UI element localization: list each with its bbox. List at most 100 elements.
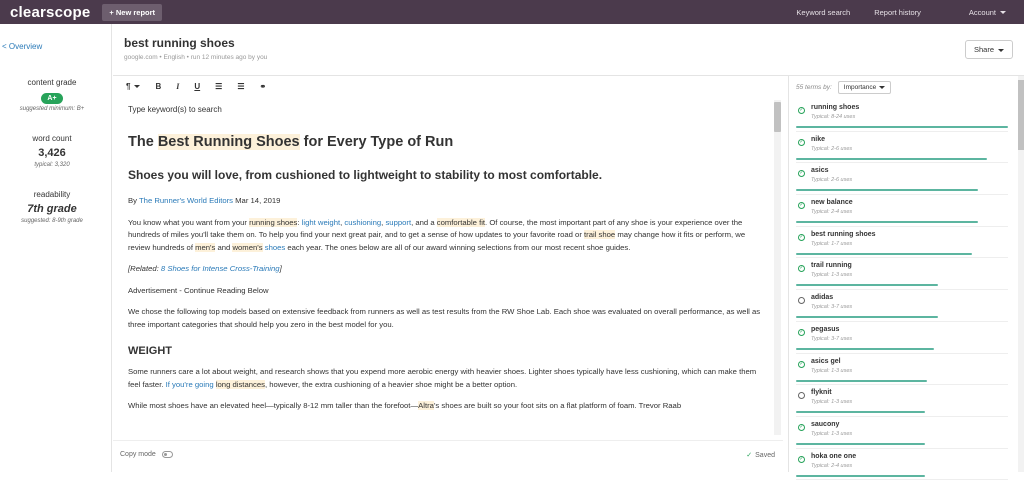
readability-value: 7th grade [27,203,77,215]
term-progress-bar [796,379,927,382]
term-item[interactable]: ✓ pegasus Typical: 3-7 uses [796,322,1008,354]
term-item[interactable]: ✓ asics gel Typical: 1-3 uses [796,354,1008,386]
inline-link[interactable]: cushioning [344,218,381,227]
term-typical-uses: Typical: 2-6 uses [811,177,853,184]
term-typical-uses: Typical: 3-7 uses [811,335,853,342]
link-icon[interactable]: ⚭ [259,82,266,91]
app-logo[interactable]: clearscope [10,4,90,21]
chevron-down-icon [134,84,141,88]
byline: By The Runner's World Editors Mar 14, 20… [128,195,765,208]
term-item[interactable]: ✓ hoka one one Typical: 2-4 uses [796,449,1008,480]
paragraph: We chose the following top models based … [128,307,761,329]
terms-panel: 55 terms by: Importance ✓ running shoes Ty… [788,76,1024,480]
text: , however, the extra cushioning of a hea… [264,379,518,389]
overview-link[interactable]: < Overview [2,42,42,51]
term-name: hoka one one [811,452,857,460]
editor-scroll-thumb[interactable] [774,102,781,132]
keyword-search-placeholder[interactable]: Type keyword(s) to search [128,105,765,114]
check-circle-icon: ✓ [798,360,805,368]
related-link[interactable]: 8 Shoes for Intense Cross-Training [161,264,280,273]
term-item[interactable]: flyknit Typical: 1-3 uses [796,385,1008,417]
inline-link[interactable]: If you're going [166,380,214,389]
word-count-value: 3,426 [38,147,66,159]
term-item[interactable]: ✓ best running shoes Typical: 1-7 uses [796,227,1008,259]
related-line: [Related: 8 Shoes for Intense Cross-Trai… [128,263,765,276]
inline-link[interactable]: light weight [302,218,340,227]
paragraph: You know what you want from your running… [128,217,765,255]
term-typical-uses: Typical: 1-7 uses [811,240,853,247]
check-circle-icon: ✓ [798,233,805,241]
term-item[interactable]: adidas Typical: 3-7 uses [796,290,1008,322]
article-subheading: Shoes you will love, from cushioned to l… [128,168,603,182]
check-circle-icon: ✓ [798,423,805,431]
editor-content[interactable]: Type keyword(s) to search The Best Runni… [113,96,783,436]
page-scroll-thumb[interactable] [1018,80,1024,150]
document-header: best running shoes google.com • English … [113,24,1024,76]
word-count-metric: word count 3,426 typical: 3,320 [0,134,104,168]
bold-button[interactable]: B [155,82,161,91]
term-item[interactable]: ✓ nike Typical: 2-6 uses [796,132,1008,164]
text: While most shoes have an elevated heel—t… [128,401,419,410]
term-item[interactable]: ✓ running shoes Typical: 8-24 uses [796,100,1008,132]
term-typical-uses: Typical: 3-7 uses [811,304,853,311]
term-progress-bar [796,442,925,445]
nav-keyword-search[interactable]: Keyword search [796,8,850,17]
term-typical-uses: Typical: 1-3 uses [811,367,853,374]
author-link[interactable]: The Runner's World Editors [139,196,233,205]
check-circle-icon: ✓ [798,265,805,273]
check-circle-icon: ✓ [798,455,805,463]
paragraph-format-button[interactable]: ¶ [126,82,141,91]
term-typical-uses: Typical: 2-6 uses [811,145,853,152]
copy-mode-label: Copy mode [120,451,156,458]
term-progress-bar [796,411,925,414]
term-progress-bar [796,221,978,224]
empty-circle-icon [798,297,805,305]
term-item[interactable]: ✓ new balance Typical: 2-4 uses [796,195,1008,227]
term-item[interactable]: ✓ asics Typical: 2-6 uses [796,163,1008,196]
italic-button[interactable]: I [176,82,179,91]
term-highlight: men's [195,242,216,252]
check-circle-icon: ✓ [798,107,805,114]
word-count-label: word count [32,134,72,143]
term-progress-bar [796,474,925,477]
chevron-down-icon [879,85,886,89]
editor-scrollbar[interactable] [774,100,781,435]
new-report-button[interactable]: + New report [102,3,163,21]
inline-link[interactable]: shoes [265,243,286,252]
term-progress-bar [796,347,934,350]
nav-account-label: Account [968,7,996,17]
section-heading: WEIGHT [128,345,172,357]
term-name: pegasus [811,325,840,333]
chevron-down-icon [1000,11,1006,15]
saved-label: Saved [755,452,775,459]
content-grade-metric: content grade A+ suggested minimum: B+ [0,78,104,112]
readability-metric: readability 7th grade suggested: 8-9th g… [0,190,104,224]
term-name: saucony [811,420,840,428]
text: ] [279,264,282,273]
page-scrollbar[interactable] [1018,76,1024,472]
term-item[interactable]: ✓ trail running Typical: 1-3 uses [796,258,1008,291]
term-highlight: Altra [418,401,434,410]
nav-report-history[interactable]: Report history [874,8,921,17]
share-button[interactable]: Share [964,40,1013,59]
term-item[interactable]: ✓ saucony Typical: 1-3 uses [796,417,1008,449]
inline-link[interactable]: support [385,218,411,227]
bullet-list-icon[interactable]: ☰ [237,82,244,91]
content-grade-label: content grade [27,78,77,87]
nav-account[interactable]: Account [945,8,1006,17]
editor-toolbar: ¶ B I U ☰ ☰ ⚭ [113,76,788,96]
readability-label: readability [33,190,71,199]
term-typical-uses: Typical: 1-3 uses [811,430,853,437]
saved-status: ✓ Saved [746,451,775,459]
term-typical-uses: Typical: 2-4 uses [811,209,853,216]
ordered-list-icon[interactable]: ☰ [215,82,222,91]
term-name: adidas [811,294,834,302]
term-name: new balance [811,199,853,207]
byline-date: Mar 14, 2019 [233,196,281,205]
copy-mode-toggle[interactable]: Copy mode [120,451,173,458]
sort-select[interactable]: Importance [837,81,892,94]
term-name: best running shoes [811,230,876,238]
top-bar: clearscope + New report Keyword search R… [0,0,1024,24]
toggle-icon[interactable] [161,451,173,458]
underline-button[interactable]: U [194,82,200,91]
